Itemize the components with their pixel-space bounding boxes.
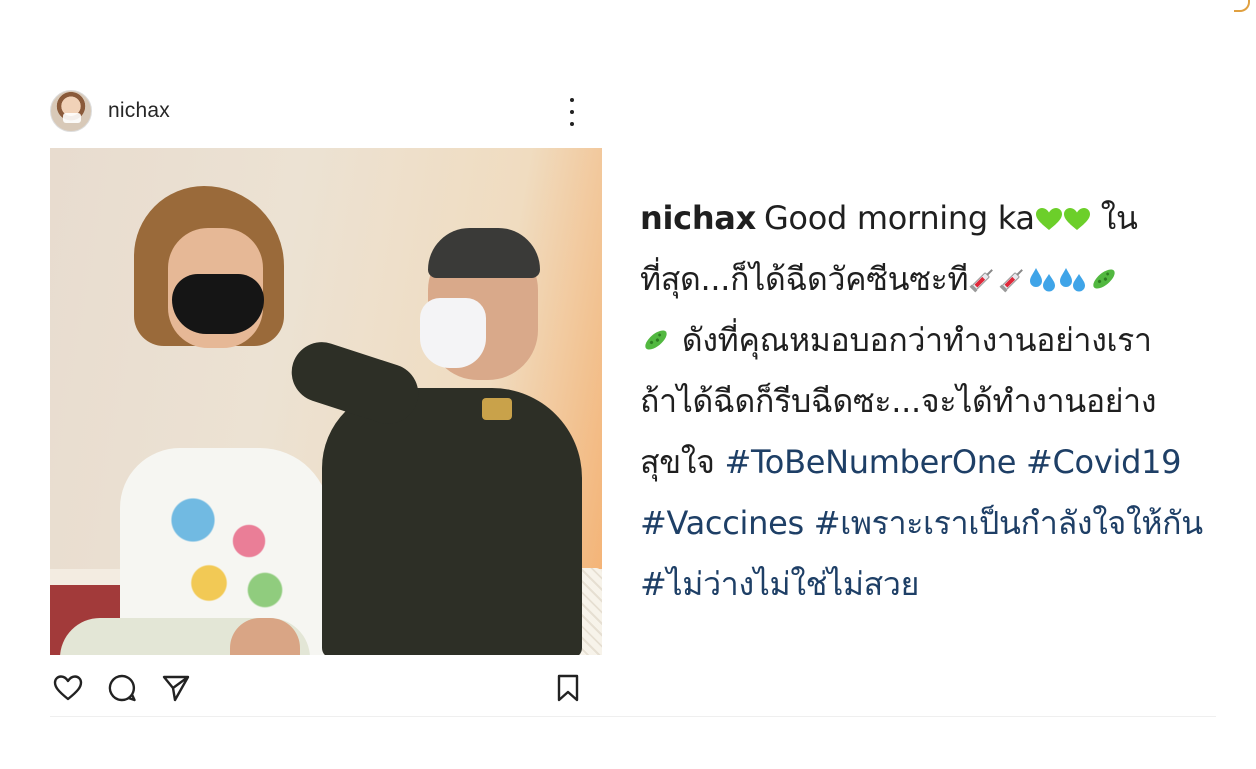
- caption-line-5: สุขใจ #ToBeNumberOne #Covid19: [640, 432, 1240, 493]
- corner-decoration: [1234, 0, 1250, 12]
- post-photo[interactable]: [50, 148, 602, 655]
- caption-line-2: ที่สุด...ก็ได้ฉีดวัคซีนซะที: [640, 249, 1240, 310]
- post-caption: nichax Good morning ka ใน ที่สุด...ก็ได้ฉ…: [640, 188, 1240, 615]
- sweat-droplets-icon: [1030, 268, 1056, 292]
- hashtag-link[interactable]: #เพราะเราเป็นกำลังใจให้กัน: [814, 504, 1203, 542]
- post-action-bar: [50, 668, 602, 708]
- hashtag-link[interactable]: #ToBeNumberOne: [724, 443, 1016, 481]
- hashtag-link[interactable]: #Vaccines: [640, 504, 804, 542]
- green-heart-icon: [1063, 208, 1090, 230]
- sweat-droplets-icon: [1060, 268, 1086, 292]
- caption-text: ดังที่คุณหมอบอกว่าทำงานอย่างเรา: [681, 321, 1152, 359]
- like-heart-icon[interactable]: [52, 672, 84, 704]
- post-username[interactable]: nichax: [108, 99, 170, 123]
- hashtag-link[interactable]: #ไม่ว่างไม่ใช่ไม่สวย: [640, 565, 919, 603]
- caption-text: ถ้าได้ฉีดก็รีบฉีดซะ...จะได้ทำงานอย่าง: [640, 382, 1157, 420]
- post-header: nichax: [50, 88, 590, 134]
- caption-line-4: ถ้าได้ฉีดก็รีบฉีดซะ...จะได้ทำงานอย่าง: [640, 371, 1240, 432]
- hashtag-link[interactable]: #Covid19: [1026, 443, 1182, 481]
- syringe-icon: [999, 269, 1024, 293]
- microbe-icon: [1093, 269, 1116, 289]
- microbe-icon: [645, 330, 667, 350]
- caption-line-6: #Vaccines #เพราะเราเป็นกำลังใจให้กัน: [640, 493, 1240, 554]
- caption-line-3: ดังที่คุณหมอบอกว่าทำงานอย่างเรา: [640, 310, 1240, 371]
- syringe-icon: [969, 269, 994, 293]
- caption-line-7: #ไม่ว่างไม่ใช่ไม่สวย: [640, 554, 1240, 615]
- caption-text: Good morning ka: [763, 199, 1035, 237]
- more-options-icon[interactable]: [566, 98, 578, 126]
- caption-text: ที่สุด...ก็ได้ฉีดวัคซีนซะที: [640, 260, 969, 298]
- comment-icon[interactable]: [106, 672, 138, 704]
- caption-line-1: nichax Good morning ka ใน: [640, 188, 1240, 249]
- caption-text: ใน: [1100, 199, 1138, 237]
- green-heart-icon: [1035, 208, 1062, 230]
- bookmark-icon[interactable]: [552, 672, 584, 704]
- caption-username[interactable]: nichax: [640, 199, 756, 237]
- divider: [50, 716, 1216, 717]
- send-icon[interactable]: [160, 672, 192, 704]
- caption-text: สุขใจ: [640, 443, 715, 481]
- avatar[interactable]: [50, 90, 92, 132]
